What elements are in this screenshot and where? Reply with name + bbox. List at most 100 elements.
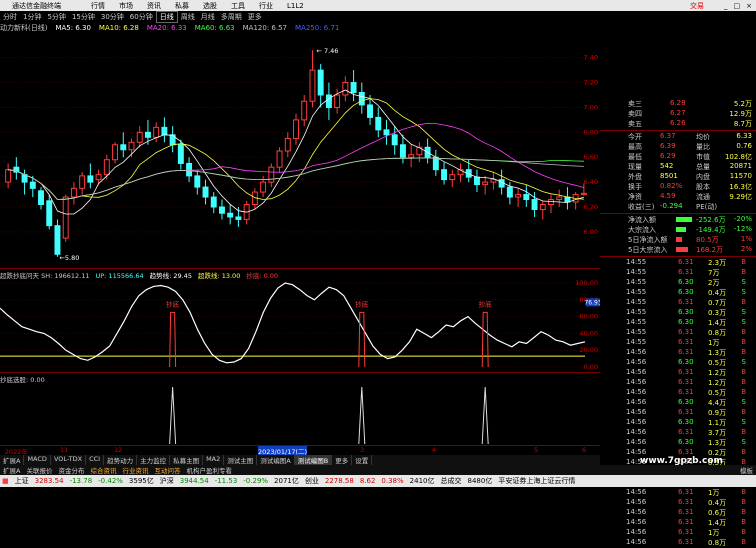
- tick-volume: 1.2万: [708, 379, 727, 387]
- candle-body: [367, 104, 373, 118]
- bottom-tab-2[interactable]: 资金分布: [55, 465, 87, 475]
- stat-label: 市值: [696, 153, 710, 161]
- candle-body: [539, 204, 546, 210]
- minimize-button[interactable]: _: [724, 2, 728, 10]
- bottom-tab-1[interactable]: 关联报价: [23, 465, 55, 475]
- tick-side: S: [741, 278, 746, 286]
- orderbook-row: 卖三 6.28 5.2万: [600, 99, 756, 109]
- candle-body: [120, 144, 127, 151]
- tick-price: 6.31: [678, 448, 694, 456]
- tick-price: 6.31: [678, 488, 694, 496]
- period-bar[interactable]: 分时 1分钟 5分钟 15分钟 30分钟 60分钟 日线 周线 月线 多周期 更多: [0, 10, 430, 23]
- indicator-tab-5[interactable]: 主力监控: [137, 455, 171, 465]
- stat-label: 总量: [696, 163, 710, 171]
- indicator-tab-2[interactable]: VOL-TDX: [51, 455, 87, 465]
- menu-item-3[interactable]: 私募: [175, 2, 189, 10]
- stat-value: 102.8亿: [724, 153, 752, 161]
- candle-body: [515, 194, 522, 198]
- bottom-tab-0[interactable]: 扩展A: [0, 465, 23, 475]
- bottom-tab-6[interactable]: 机构户盈利专看: [183, 465, 235, 475]
- menu-item-7[interactable]: L1L2: [287, 2, 304, 10]
- tick-side: B: [741, 298, 746, 306]
- stock-name: 动力新科(日线): [0, 24, 48, 32]
- flow-percent: -12%: [733, 225, 752, 233]
- indicator-tab-12[interactable]: 设置: [352, 455, 373, 465]
- indicator2-chart[interactable]: [0, 383, 600, 446]
- indicator-tab-0[interactable]: 扩展A: [0, 455, 25, 465]
- tick-time: 14:55: [626, 288, 647, 296]
- stat-label: 外盘: [628, 173, 642, 181]
- period-5[interactable]: 60分钟: [127, 12, 156, 22]
- indicator-tabs[interactable]: 扩展A MACD VOL-TDX CCI 趋势动力 主力监控 私募主图 MA2 测试主图 测试编图…: [0, 455, 600, 465]
- hs-amount: 2071亿: [274, 477, 299, 485]
- menu-item-0[interactable]: 行情: [91, 2, 105, 10]
- tick-volume: 0.3万: [708, 309, 727, 317]
- indicator-tab-7[interactable]: MA2: [203, 455, 225, 465]
- indicator-tab-8[interactable]: 测试主图: [224, 455, 258, 465]
- menu-item-2[interactable]: 资讯: [147, 2, 161, 10]
- tick-row: 14:56 6.31 0.5万 B: [600, 388, 756, 398]
- tick-side: B: [741, 538, 746, 546]
- close-button[interactable]: ×: [746, 2, 752, 10]
- status-bar: ■ 上证 3283.54 -13.78 -0.42% 3595亿 沪深 3944…: [0, 475, 756, 487]
- menu-item-6[interactable]: 行业: [259, 2, 273, 10]
- maximize-button[interactable]: □: [734, 2, 741, 10]
- bottom-tab-3[interactable]: 综合资讯: [87, 465, 119, 475]
- period-9[interactable]: 多周期: [218, 12, 245, 22]
- candle-body: [46, 200, 53, 227]
- indicator1-chart[interactable]: 100.0080.0060.0040.0020.000.00抄底抄底抄底76.9…: [0, 279, 600, 373]
- menu-item-5[interactable]: 工具: [231, 2, 245, 10]
- divider: [600, 256, 756, 257]
- trade-button[interactable]: 交易: [690, 1, 704, 11]
- indicator-tab-6[interactable]: 私募主图: [170, 455, 204, 465]
- cy-amount: 2410亿: [409, 477, 435, 485]
- tick-time: 14:56: [626, 428, 647, 436]
- menu-item-4[interactable]: 选股: [203, 2, 217, 10]
- period-10[interactable]: 更多: [245, 12, 265, 22]
- tick-side: B: [741, 348, 746, 356]
- candlestick-chart[interactable]: 7.40 7.20 7.00 6.80 6.60 6.40 6.20 6.00 ← 7.46 ←5…: [0, 33, 600, 269]
- indicator-tab-4[interactable]: 趋势动力: [104, 455, 138, 465]
- tick-row: 14:56 6.31 0.9万 B: [600, 408, 756, 418]
- window-controls[interactable]: _ □ ×: [724, 2, 752, 10]
- divider: [600, 130, 756, 131]
- ma-legend-item: MA120: 6.57: [242, 24, 287, 32]
- indicator-tab-1[interactable]: MACD: [24, 455, 51, 465]
- tick-side: B: [741, 258, 746, 266]
- menu-bar[interactable]: 行情 市场 资讯 私募 选股 工具 行业 L1L2: [91, 1, 318, 11]
- period-8[interactable]: 月线: [198, 12, 218, 22]
- period-2[interactable]: 5分钟: [44, 12, 68, 22]
- indicator-tab-11[interactable]: 更多: [332, 455, 353, 465]
- indicator1-axis-label: 40.00: [579, 329, 598, 337]
- tick-row: 14:55 6.31 7万 B: [600, 268, 756, 278]
- period-4[interactable]: 30分钟: [98, 12, 127, 22]
- template-button[interactable]: 模板: [737, 465, 756, 475]
- period-6[interactable]: 日线: [155, 10, 178, 23]
- ma-legend-item: MA250: 6.71: [295, 24, 340, 32]
- period-7[interactable]: 周线: [178, 12, 198, 22]
- indicator-tab-3[interactable]: CCI: [86, 455, 105, 465]
- tick-volume: 1.4万: [708, 319, 727, 327]
- indicator-tab-10[interactable]: 测试编图B: [294, 455, 333, 465]
- signal-label: 抄底: [355, 300, 369, 309]
- menu-item-1[interactable]: 市场: [119, 2, 133, 10]
- period-3[interactable]: 15分钟: [69, 12, 98, 22]
- tick-row: 14:56 6.30 1.3万 S: [600, 438, 756, 448]
- candle-body: [144, 131, 151, 138]
- stat-value: 542: [660, 162, 674, 170]
- candle-body: [194, 175, 201, 188]
- signal-spike: [358, 311, 366, 368]
- tick-volume: 0.8万: [708, 329, 727, 337]
- stat-label: 换手: [628, 183, 642, 191]
- bottom-tab-4[interactable]: 行业资讯: [119, 465, 151, 475]
- indicator-tab-9[interactable]: 测试编图A: [257, 455, 295, 465]
- bottom-tab-5[interactable]: 互动问答: [151, 465, 183, 475]
- period-0[interactable]: 分时: [0, 12, 20, 22]
- bottom-tabs[interactable]: 扩展A 关联报价 资金分布 综合资讯 行业资讯 互动问答 机构户盈利专看 模板: [0, 465, 756, 475]
- period-1[interactable]: 1分钟: [20, 12, 44, 22]
- tick-time: 14:56: [626, 368, 647, 376]
- tick-row: 14:56 6.31 1.2万 B: [600, 378, 756, 388]
- tick-price: 6.31: [678, 538, 694, 546]
- stat-value: 11570: [729, 172, 752, 180]
- stat-value: 20871: [729, 162, 752, 170]
